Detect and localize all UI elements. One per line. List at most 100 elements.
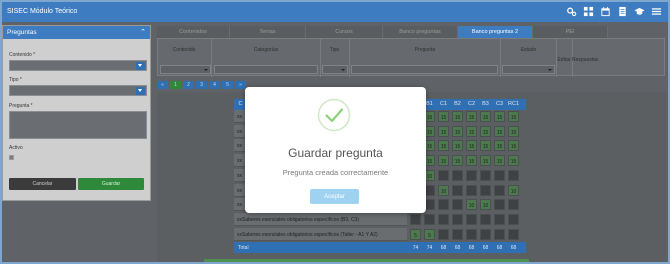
total-cell: 68 (468, 245, 475, 251)
total-cell: 68 (510, 245, 517, 251)
col-categorias: Categorías (253, 47, 279, 53)
grid-icon[interactable] (583, 6, 594, 17)
table-cell: 5 (424, 228, 435, 240)
table-cell: 10 (438, 184, 449, 196)
table-header-cell: B2 (454, 101, 461, 107)
dialog-message: Pregunta creada correctamente (282, 168, 389, 177)
table-cell: 15 (438, 111, 449, 122)
chevron-up-icon[interactable]: ⌃ (140, 29, 146, 36)
confirmation-dialog: Guardar pregunta Pregunta creada correct… (245, 87, 426, 213)
total-cell: 68 (496, 245, 503, 251)
tab-cursos[interactable]: Cursos (306, 26, 383, 38)
calendar-icon[interactable] (600, 6, 611, 17)
categorias-filter[interactable] (214, 65, 318, 74)
tab-temas[interactable]: Temas (230, 26, 306, 38)
next-page-button[interactable]: » (235, 81, 246, 89)
col-editar: Editar (557, 57, 571, 63)
panel-title: Preguntas (7, 29, 37, 36)
table-header-cell: C1 (439, 101, 448, 107)
table-cell (494, 199, 505, 211)
table-cell: 15 (508, 111, 519, 122)
page-4-button[interactable]: 4 (209, 81, 220, 89)
question-form-panel: Preguntas ⌃ Contenido * Tipo * Pregunta … (2, 25, 151, 201)
table-cell: 15 (494, 111, 505, 122)
save-button[interactable]: Guardar (78, 178, 144, 190)
gears-icon[interactable] (566, 6, 577, 17)
activo-label: Activo (9, 145, 23, 151)
contenido-filter[interactable] (160, 65, 211, 74)
tab-contenidos[interactable]: Contenidos (157, 26, 230, 38)
tab-pei[interactable]: PEI (533, 26, 608, 38)
table-cell: 15 (508, 140, 519, 152)
table-cell: 15 (508, 155, 519, 167)
activo-checkbox[interactable] (9, 155, 14, 160)
table-cell: 15 (480, 125, 491, 137)
table-cell: 15 (438, 140, 449, 152)
tipo-select[interactable] (9, 85, 147, 96)
table-cell: 5 (410, 228, 421, 240)
pregunta-filter[interactable] (351, 65, 498, 74)
tab-banco-preguntas[interactable]: Banco preguntas (383, 26, 458, 38)
tipo-filter[interactable] (322, 65, 348, 74)
total-cell: 68 (482, 245, 489, 251)
table-cell (438, 169, 449, 181)
table-cell (452, 184, 463, 196)
chevron-down-icon[interactable] (136, 62, 145, 70)
table-cell (466, 228, 477, 240)
table-cell: 15 (494, 125, 505, 137)
page-5-button[interactable]: 5 (222, 81, 233, 89)
estado-filter[interactable] (502, 65, 555, 74)
panel-header: Preguntas ⌃ (3, 26, 150, 39)
menu-icon[interactable] (651, 6, 662, 17)
table-cell: 15 (452, 140, 463, 152)
col-tipo: Tipo (329, 47, 340, 53)
table-cell (480, 213, 491, 225)
success-check-icon (317, 98, 351, 132)
table-cell (480, 228, 491, 240)
table-cell: 15 (452, 155, 463, 167)
table-row-label: xxSaberes esenciales obligatorios especí… (234, 212, 407, 226)
tab-bar: Contenidos Temas Cursos Banco preguntas … (157, 26, 608, 38)
table-cell: 10 (508, 184, 519, 196)
tab-banco-preguntas-2[interactable]: Banco preguntas 2 (458, 26, 533, 38)
table-row-label: xxSaberes esenciales obligatorios especí… (234, 227, 407, 241)
total-cell: 68 (454, 245, 461, 251)
col-respuestas: Respuestas (572, 57, 599, 63)
table-cell (424, 213, 435, 225)
table-cell (480, 184, 491, 196)
table-cell: 15 (466, 155, 477, 167)
table-cell (480, 169, 491, 181)
table-cell (494, 213, 505, 225)
table-cell (466, 213, 477, 225)
dialog-title: Guardar pregunta (288, 146, 383, 160)
document-icon[interactable] (617, 6, 628, 17)
cancel-button[interactable]: Cancelar (9, 178, 76, 190)
table-cell (410, 213, 421, 225)
accept-button[interactable]: Aceptar (310, 189, 359, 204)
table-cell (508, 169, 519, 181)
contenido-label: Contenido * (9, 52, 36, 58)
pagination: « 1 2 3 4 5 » (157, 81, 246, 89)
table-cell (438, 228, 449, 240)
page-2-button[interactable]: 2 (183, 81, 194, 89)
prev-page-button[interactable]: « (157, 81, 168, 89)
contenido-select[interactable] (9, 60, 147, 71)
table-cell: 10 (480, 199, 491, 211)
table-cell: 15 (508, 125, 519, 137)
table-cell (494, 169, 505, 181)
page-1-button[interactable]: 1 (170, 81, 181, 89)
pregunta-textarea[interactable] (9, 111, 147, 139)
page-3-button[interactable]: 3 (196, 81, 207, 89)
table-cell (452, 199, 463, 211)
total-cell: 68 (440, 245, 447, 251)
table-cell: 15 (466, 125, 477, 137)
chevron-down-icon[interactable] (136, 87, 145, 95)
table-cell: 15 (452, 111, 463, 122)
total-cell: 74 (412, 245, 419, 251)
table-cell (508, 213, 519, 225)
bottom-strip (204, 259, 529, 262)
graduation-cap-icon[interactable] (634, 6, 645, 17)
table-header-cell: RC1 (508, 101, 520, 107)
tipo-label: Tipo * (9, 77, 22, 83)
col-estado: Estado (520, 47, 537, 53)
